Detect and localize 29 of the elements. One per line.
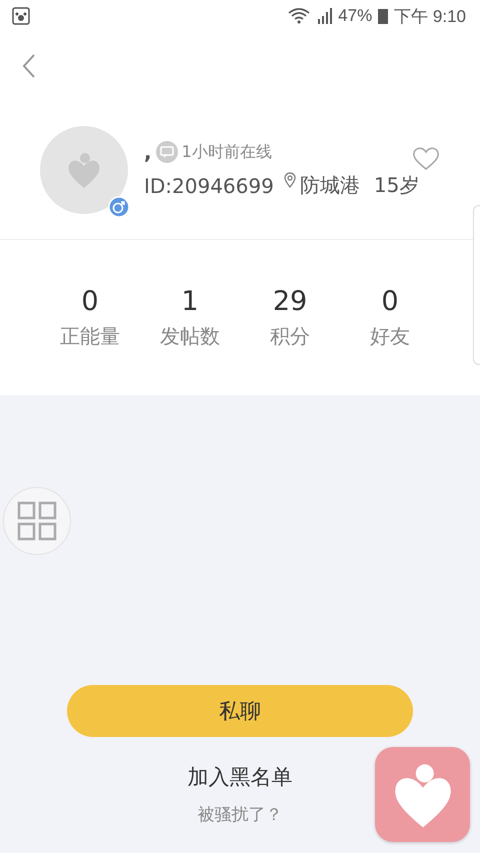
user-id: ID:20946699 [144,174,274,198]
stat-value: 0 [81,286,99,316]
back-icon[interactable] [22,53,36,79]
clock-time: 下午 9:10 [394,6,466,28]
wifi-icon [288,8,310,24]
message-icon [156,141,178,163]
app-notification-icon [12,7,30,25]
heart-icon[interactable] [412,145,440,171]
blacklist-link[interactable]: 加入黑名单 [188,763,292,791]
stat-label: 好友 [370,322,410,350]
stat-label: 积分 [270,322,310,350]
male-icon [108,196,130,218]
city: 防城港 [300,172,360,199]
user-name: , [144,140,152,164]
stat-label: 发帖数 [160,322,220,350]
stat-value: 1 [181,286,199,316]
age: 15岁 [374,172,420,199]
stat-value: 29 [272,286,308,316]
battery-percent: 47% [338,6,372,26]
battery-icon [378,8,388,24]
app-launcher-icon[interactable] [375,747,470,842]
location-pin-icon [284,172,296,188]
side-panel-handle[interactable] [473,205,480,365]
private-chat-button[interactable]: 私聊 [67,685,413,737]
grid-icon [17,501,57,541]
online-status: 1小时前在线 [182,142,272,162]
signal-icon [316,8,332,24]
stat-value: 0 [381,286,399,316]
stat-label: 正能量 [60,322,120,350]
